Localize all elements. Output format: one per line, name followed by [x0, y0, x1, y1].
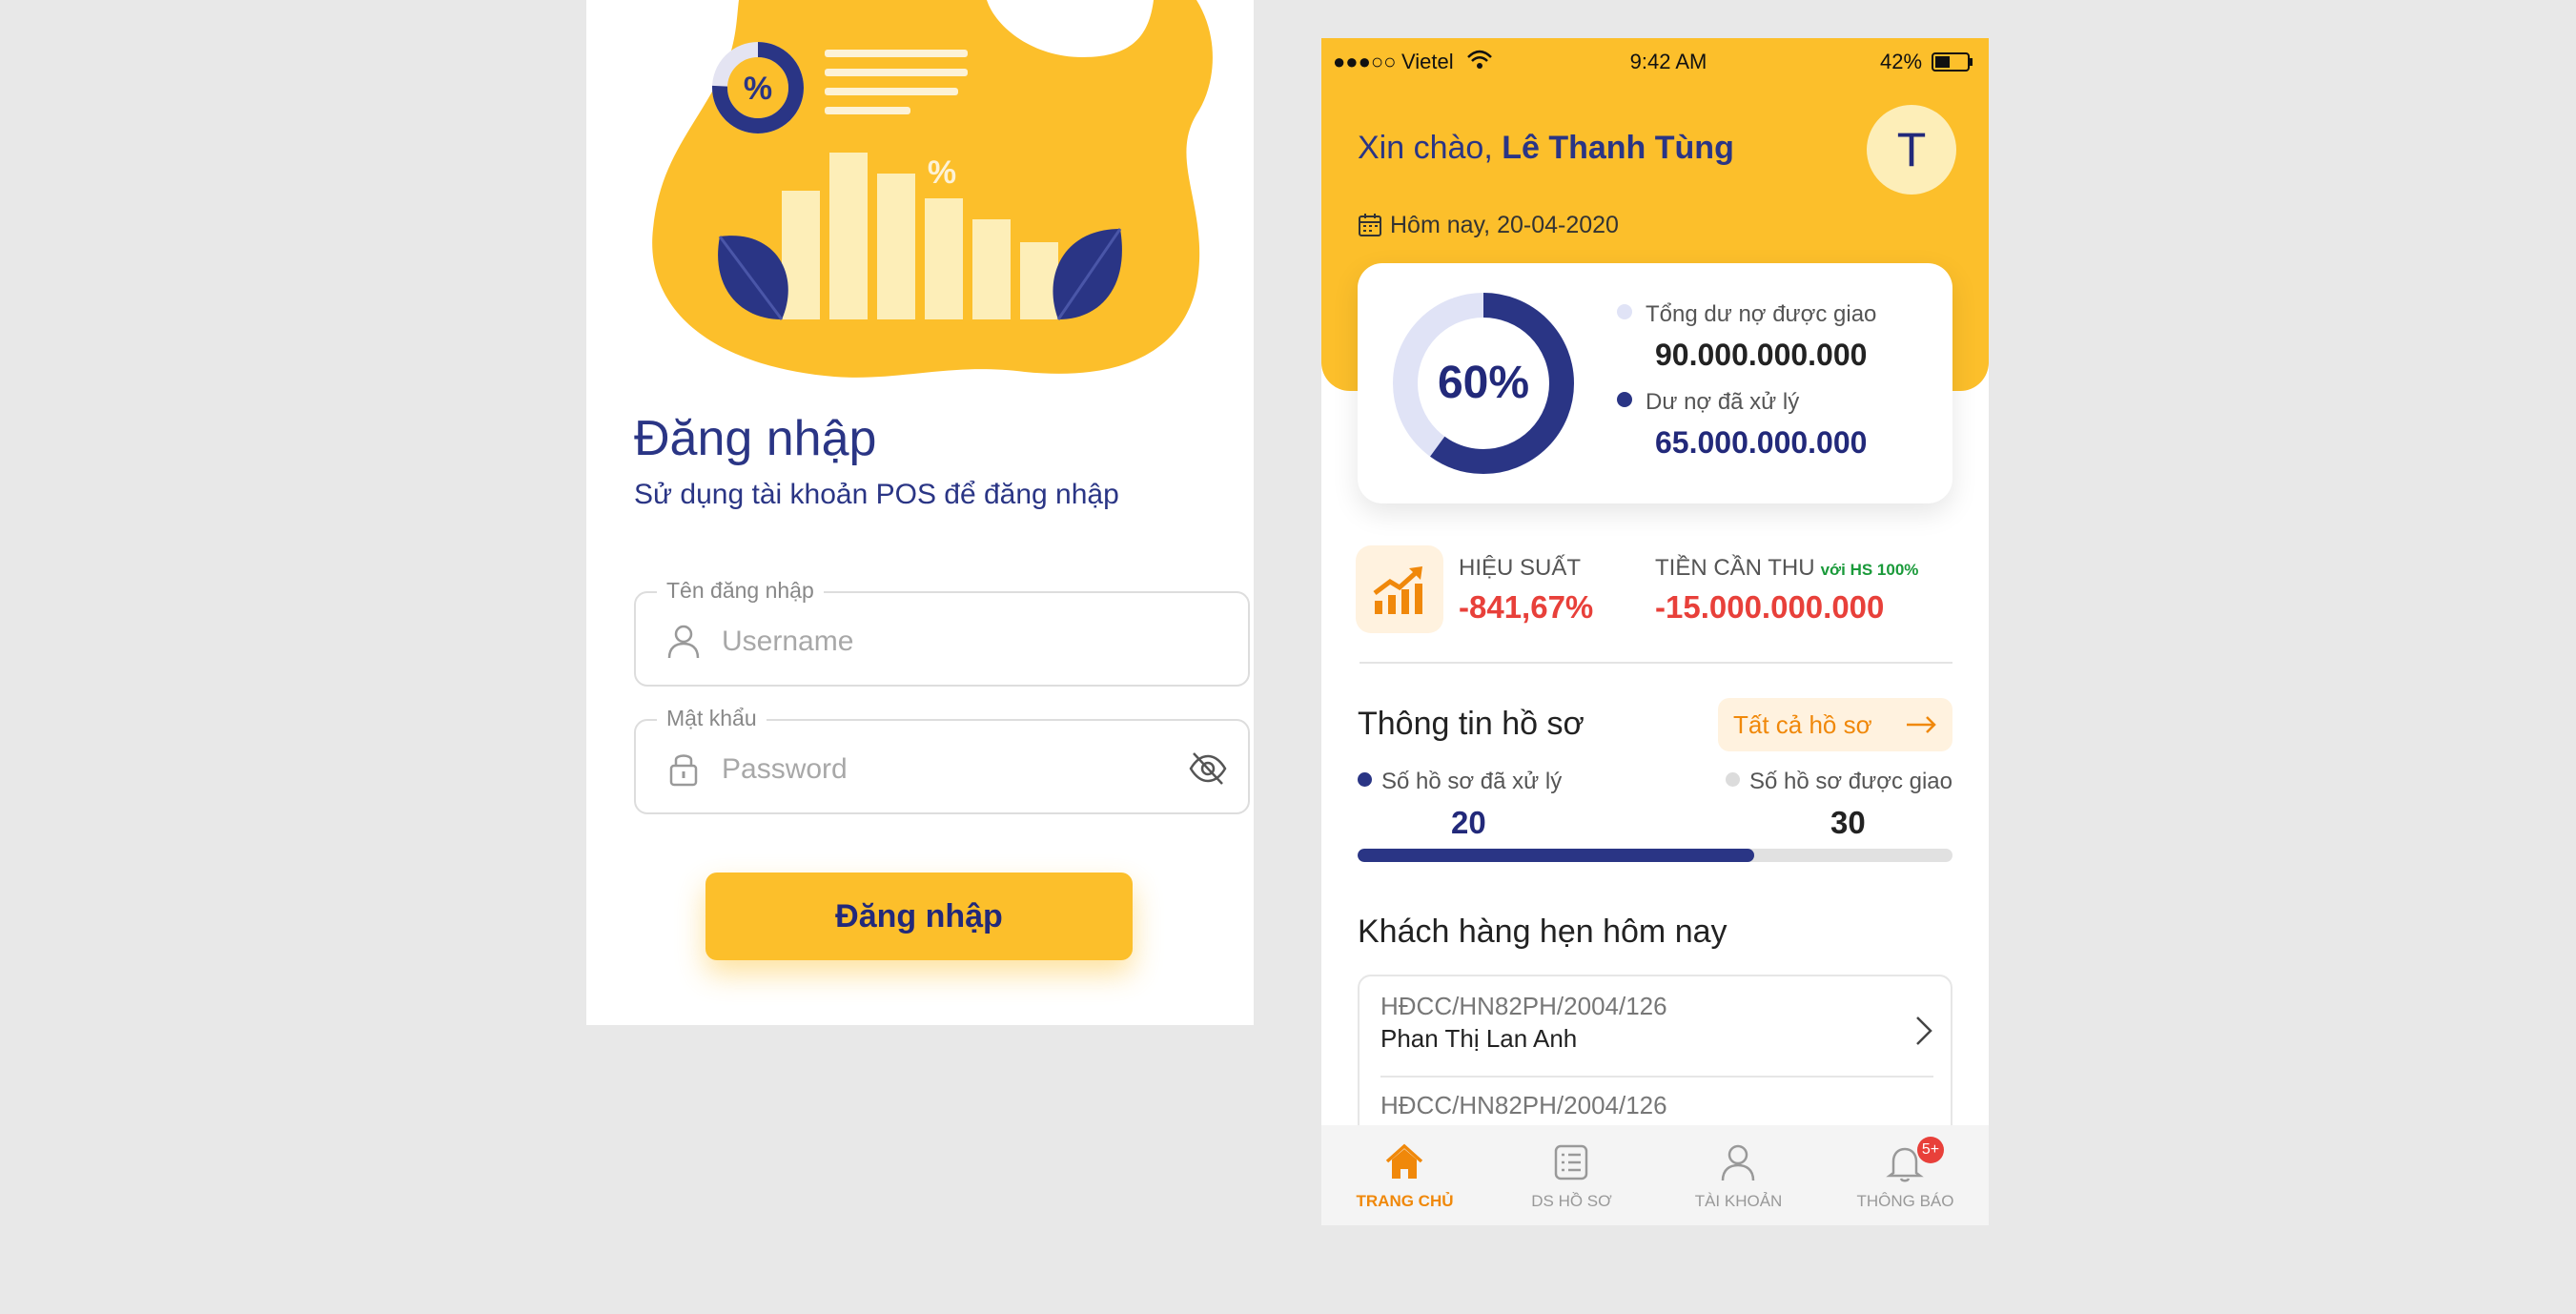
collect-note: với HS 100%	[1820, 561, 1919, 579]
legend-processed: Dư nợ đã xử lý	[1617, 389, 1799, 416]
user-name: Lê Thanh Tùng	[1502, 130, 1734, 166]
list-icon	[1554, 1144, 1588, 1181]
records-progress-bar	[1358, 849, 1952, 862]
carrier-name: Vietel	[1401, 50, 1454, 73]
battery-icon	[1932, 52, 1973, 72]
processed-records-legend: Số hồ sơ đã xử lý	[1358, 769, 1562, 795]
battery-percent: 42%	[1880, 50, 1923, 73]
collect-label-row: TIỀN CẦN THU với HS 100%	[1655, 555, 1918, 582]
username-input[interactable]	[720, 614, 1172, 669]
login-screen: % % Đăng nhập Sử dụng tài khoản POS để đ…	[586, 0, 1254, 1025]
avatar[interactable]: T	[1867, 105, 1956, 195]
login-button[interactable]: Đăng nhập	[705, 873, 1133, 960]
assigned-value: 90.000.000.000	[1655, 338, 1868, 372]
bottom-tab-bar: TRANG CHỦ DS HỒ SƠ TÀI KHOẢN 5+ THÔNG BÁ…	[1321, 1125, 1989, 1225]
notification-badge: 5+	[1917, 1137, 1944, 1163]
collect-value: -15.000.000.000	[1655, 589, 1885, 625]
records-title: Thông tin hồ sơ	[1358, 706, 1584, 742]
customer-name: Phan Thị Lan Anh	[1380, 1024, 1578, 1053]
processed-records-count: 20	[1451, 805, 1486, 840]
list-item[interactable]: HĐCC/HN82PH/2004/126 Phan Thị Lan Anh	[1380, 992, 1933, 1087]
eye-off-icon[interactable]	[1187, 748, 1229, 790]
tab-notifications[interactable]: 5+ THÔNG BÁO	[1822, 1125, 1989, 1225]
assigned-label: Tổng dư nợ được giao	[1646, 301, 1877, 327]
svg-text:%: %	[928, 154, 956, 191]
tab-account[interactable]: TÀI KHOẢN	[1655, 1125, 1822, 1225]
contract-code: HĐCC/HN82PH/2004/126	[1380, 992, 1667, 1020]
trend-icon-tile	[1356, 545, 1443, 633]
arrow-right-icon	[1907, 716, 1936, 733]
assigned-records-label: Số hồ sơ được giao	[1749, 769, 1952, 794]
processed-value: 65.000.000.000	[1655, 425, 1868, 460]
legend-assigned: Tổng dư nợ được giao	[1617, 301, 1876, 328]
greeting: Xin chào, Lê Thanh Tùng	[1358, 130, 1734, 167]
chevron-right-icon	[1916, 1016, 1932, 1045]
divider	[1360, 662, 1952, 664]
password-field[interactable]: Mật khẩu	[634, 706, 1250, 814]
all-records-label: Tất cả hồ sơ	[1733, 710, 1872, 739]
collect-label: TIỀN CẦN THU	[1655, 555, 1815, 581]
efficiency-label: HIỆU SUẤT	[1459, 555, 1582, 581]
percent-label: 60%	[1437, 358, 1530, 408]
password-input[interactable]	[720, 742, 1172, 797]
tab-account-label: TÀI KHOẢN	[1694, 1192, 1783, 1210]
svg-text:%: %	[744, 71, 772, 107]
assigned-records-count: 30	[1830, 805, 1866, 840]
assigned-records-legend: Số hồ sơ được giao	[1726, 769, 1952, 795]
processed-records-label: Số hồ sơ đã xử lý	[1381, 769, 1563, 794]
greeting-prefix: Xin chào,	[1358, 130, 1503, 166]
today-date: Hôm nay, 20-04-2020	[1358, 212, 1619, 239]
date-text: Hôm nay, 20-04-2020	[1390, 212, 1619, 238]
username-field[interactable]: Tên đăng nhập	[634, 578, 1250, 687]
processed-label: Dư nợ đã xử lý	[1646, 389, 1800, 415]
user-icon	[667, 625, 700, 659]
status-time: 9:42 AM	[1629, 50, 1707, 73]
legend-dot	[1617, 392, 1632, 407]
login-subtitle: Sử dụng tài khoản POS để đăng nhập	[634, 479, 1119, 510]
records-progress-fill	[1358, 849, 1755, 862]
dashboard-screen: ●●●○○ Vietel 9:42 AM 42% Xin chào, Lê Th…	[1321, 38, 1989, 1225]
legend-dot	[1726, 772, 1740, 787]
lock-icon	[669, 754, 698, 787]
wifi-icon	[1467, 50, 1492, 69]
calendar-icon	[1359, 214, 1381, 236]
status-bar: ●●●○○ Vietel 9:42 AM 42%	[1321, 38, 1989, 86]
tab-home-label: TRANG CHỦ	[1356, 1192, 1454, 1210]
home-icon	[1385, 1143, 1423, 1179]
password-label: Mật khẩu	[657, 706, 767, 731]
divider	[1380, 1076, 1933, 1078]
all-records-button[interactable]: Tất cả hồ sơ	[1718, 698, 1952, 751]
tab-records[interactable]: DS HỒ SƠ	[1488, 1125, 1655, 1225]
contract-code: HĐCC/HN82PH/2004/126	[1380, 1091, 1667, 1119]
username-label: Tên đăng nhập	[657, 578, 824, 604]
signal-icon: ●●●○○	[1333, 50, 1397, 73]
tab-home[interactable]: TRANG CHỦ	[1321, 1125, 1488, 1225]
legend-dot	[1617, 304, 1632, 319]
trend-up-icon	[1373, 566, 1422, 614]
appointments-title: Khách hàng hẹn hôm nay	[1358, 914, 1728, 950]
tab-notifications-label: THÔNG BÁO	[1856, 1192, 1954, 1210]
login-title: Đăng nhập	[634, 411, 877, 466]
tab-records-label: DS HỒ SƠ	[1531, 1192, 1612, 1210]
legend-dot	[1358, 772, 1372, 787]
debt-summary-card: 60% Tổng dư nợ được giao 90.000.000.000 …	[1358, 263, 1952, 503]
efficiency-value: -841,67%	[1459, 589, 1594, 625]
login-illustration: % %	[652, 0, 1213, 378]
user-icon	[1721, 1144, 1755, 1181]
